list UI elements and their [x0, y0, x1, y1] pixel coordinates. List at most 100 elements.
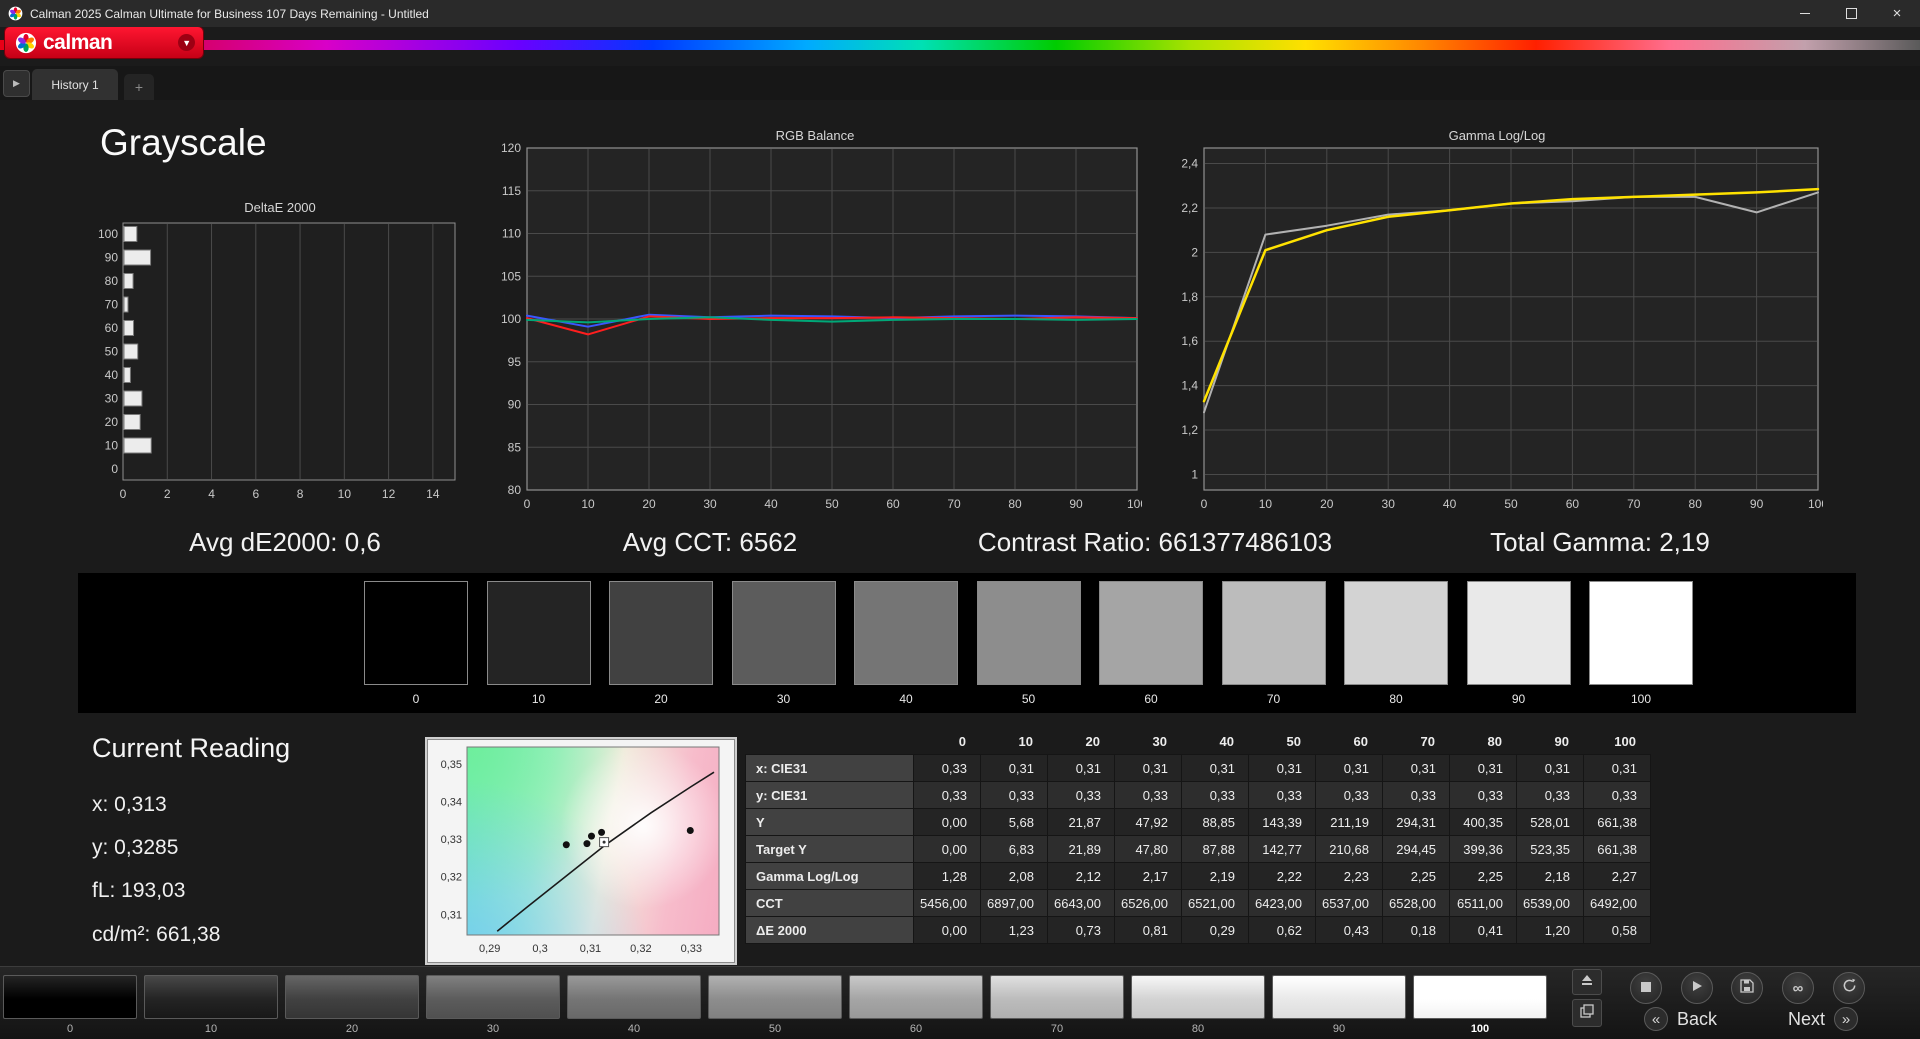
- table-cell: 6526,00: [1114, 889, 1182, 917]
- back-chevron-icon: «: [1644, 1007, 1668, 1031]
- svg-text:80: 80: [105, 274, 119, 288]
- svg-text:30: 30: [1382, 497, 1396, 511]
- pattern-button-40[interactable]: [567, 975, 701, 1019]
- current-reading-fl: fL: 193,03: [92, 879, 186, 902]
- table-cell: 294,31: [1382, 808, 1450, 836]
- play-button[interactable]: [1681, 972, 1713, 1004]
- svg-text:115: 115: [502, 184, 521, 198]
- pattern-button-20[interactable]: [285, 975, 419, 1019]
- svg-text:0,31: 0,31: [441, 909, 462, 921]
- table-cell: 661,38: [1583, 835, 1651, 863]
- stat-total-gamma: Total Gamma: 2,19: [1490, 527, 1710, 557]
- table-cell: 0,73: [1047, 916, 1115, 944]
- table-row: Gamma Log/Log 1,28 2,08 2,12 2,17 2,19 2,22 2,2…: [745, 862, 1651, 890]
- table-cell: 0,31: [1516, 754, 1584, 782]
- stop-button[interactable]: [1630, 972, 1662, 1004]
- tab-bar: ▶ History 1 +: [0, 66, 1920, 100]
- pattern-button-70[interactable]: [990, 975, 1124, 1019]
- svg-text:40: 40: [1443, 497, 1457, 511]
- add-tab-button[interactable]: +: [124, 74, 154, 100]
- save-icon: [1740, 978, 1754, 998]
- grayscale-swatch-80: [1344, 581, 1448, 685]
- svg-text:1,2: 1,2: [1181, 423, 1198, 437]
- svg-text:2,2: 2,2: [1181, 201, 1198, 215]
- panel-expand-icon: ▶: [13, 78, 20, 88]
- pattern-button-90[interactable]: [1272, 975, 1406, 1019]
- table-row: Target Y 0,00 6,83 21,89 47,80 87,88 142,77 210…: [745, 835, 1651, 863]
- table-column-header-10: 10: [980, 727, 1048, 755]
- next-button[interactable]: Next »: [1788, 1007, 1859, 1031]
- grayscale-swatch-label-40: 40: [899, 692, 913, 706]
- table-cell: 2,22: [1248, 862, 1316, 890]
- pattern-button-10[interactable]: [144, 975, 278, 1019]
- svg-text:0,33: 0,33: [441, 834, 462, 846]
- tab-history-1[interactable]: History 1: [32, 69, 118, 100]
- table-cell: 2,23: [1315, 862, 1383, 890]
- save-button[interactable]: [1731, 972, 1763, 1004]
- svg-text:0,29: 0,29: [479, 943, 500, 955]
- table-cell: 6897,00: [980, 889, 1048, 917]
- pattern-button-100[interactable]: [1413, 975, 1547, 1019]
- maximize-icon: [1845, 8, 1857, 19]
- svg-text:30: 30: [105, 392, 119, 406]
- table-cell: 87,88: [1181, 835, 1249, 863]
- pattern-button-50[interactable]: [708, 975, 842, 1019]
- back-button[interactable]: « Back: [1644, 1007, 1717, 1031]
- minimize-button[interactable]: [1782, 0, 1828, 27]
- deltae-chart-title: DeltaE 2000: [244, 200, 316, 215]
- svg-text:120: 120: [501, 141, 521, 155]
- table-row: Y 0,00 5,68 21,87 47,92 88,85 143,39 211,19 294,…: [745, 808, 1651, 836]
- table-cell: 0,31: [1248, 754, 1316, 782]
- stat-avg-de2000: Avg dE2000: 0,6: [189, 527, 381, 557]
- close-button[interactable]: ×: [1874, 0, 1920, 27]
- svg-text:6: 6: [252, 487, 259, 501]
- panel-expand-button[interactable]: ▶: [3, 70, 30, 97]
- table-row-label: Gamma Log/Log: [745, 862, 914, 890]
- pattern-button-30[interactable]: [426, 975, 560, 1019]
- table-cell: 0,31: [1382, 754, 1450, 782]
- svg-text:100: 100: [1808, 497, 1823, 511]
- table-cell: 211,19: [1315, 808, 1383, 836]
- table-cell: 2,08: [980, 862, 1048, 890]
- svg-text:20: 20: [1320, 497, 1334, 511]
- table-row: CCT 5456,00 6897,00 6643,00 6526,00 6521,00 64…: [745, 889, 1651, 917]
- table-cell: 0,33: [1248, 781, 1316, 809]
- layers-icon: [1580, 1003, 1594, 1023]
- calman-pinwheel-icon: [8, 6, 23, 21]
- table-row-label: ΔE 2000: [745, 916, 914, 944]
- calman-logo-button[interactable]: calman ▼: [5, 27, 203, 58]
- grayscale-swatch-10: [486, 581, 591, 685]
- table-cell: 0,33: [1382, 781, 1450, 809]
- table-cell: 6521,00: [1181, 889, 1249, 917]
- table-cell: 2,18: [1516, 862, 1584, 890]
- table-cell: 21,89: [1047, 835, 1115, 863]
- table-cell: 21,87: [1047, 808, 1115, 836]
- svg-text:0,32: 0,32: [630, 943, 651, 955]
- pattern-button-label-50: 50: [768, 1023, 782, 1035]
- pattern-button-80[interactable]: [1131, 975, 1265, 1019]
- table-cell: 6537,00: [1315, 889, 1383, 917]
- table-cell: 399,36: [1449, 835, 1517, 863]
- link-button[interactable]: ∞: [1782, 972, 1814, 1004]
- table-cell: 523,35: [1516, 835, 1584, 863]
- expand-panel-button[interactable]: [1572, 969, 1602, 995]
- pattern-button-60[interactable]: [849, 975, 983, 1019]
- table-cell: 0,33: [913, 754, 981, 782]
- page-title: Grayscale: [100, 122, 267, 163]
- table-cell: 400,35: [1449, 808, 1517, 836]
- maximize-button[interactable]: [1828, 0, 1874, 27]
- svg-text:0,32: 0,32: [441, 872, 462, 884]
- svg-text:100: 100: [1127, 497, 1142, 511]
- svg-text:10: 10: [581, 497, 595, 511]
- grayscale-swatch-40: [854, 581, 958, 685]
- svg-text:50: 50: [825, 497, 839, 511]
- svg-text:90: 90: [508, 398, 522, 412]
- layers-button[interactable]: [1572, 999, 1602, 1027]
- table-cell: 5456,00: [913, 889, 981, 917]
- refresh-button[interactable]: [1833, 972, 1865, 1004]
- table-cell: 661,38: [1583, 808, 1651, 836]
- pattern-button-label-60: 60: [909, 1023, 923, 1035]
- table-cell: 0,41: [1449, 916, 1517, 944]
- pattern-button-0[interactable]: [3, 975, 137, 1019]
- table-cell: 6511,00: [1449, 889, 1517, 917]
